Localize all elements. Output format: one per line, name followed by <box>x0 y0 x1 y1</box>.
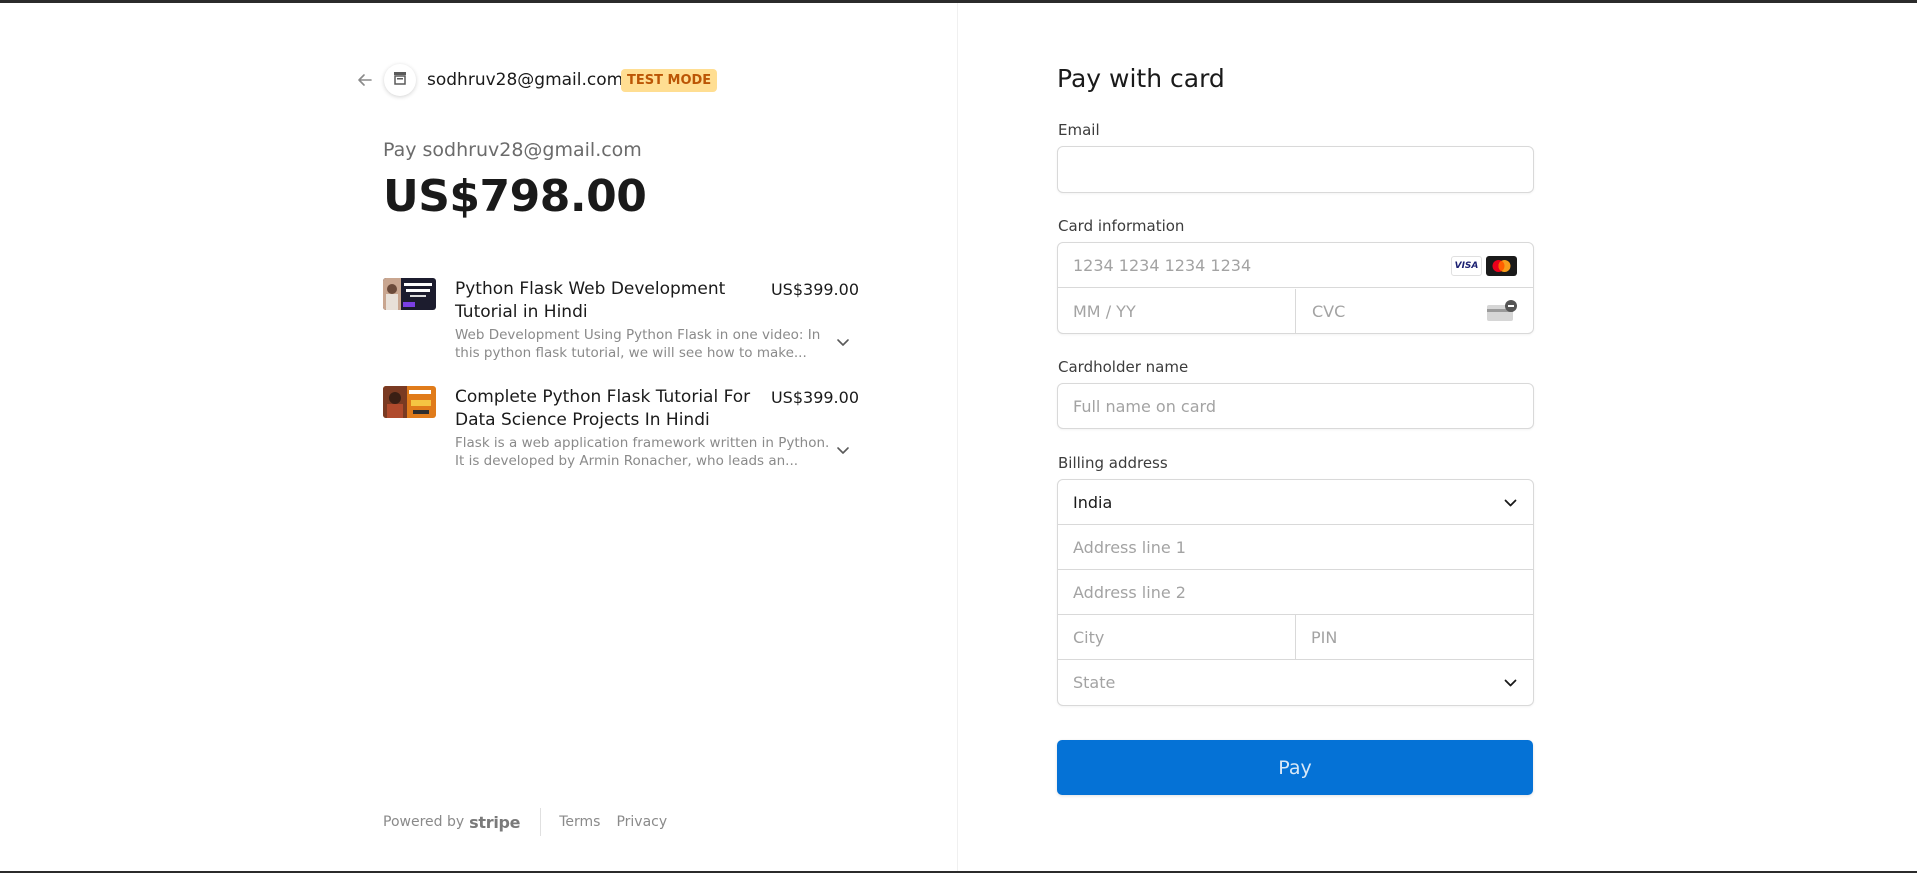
state-select[interactable]: State <box>1058 660 1533 705</box>
pin-cell <box>1296 615 1533 660</box>
product-thumbnail <box>383 278 436 310</box>
cvc-card-icon <box>1487 300 1517 326</box>
item-name: Complete Python Flask Tutorial For Data … <box>455 387 751 430</box>
country-value: India <box>1073 493 1113 512</box>
back-arrow-icon[interactable] <box>354 69 376 91</box>
powered-by-label: Powered by <box>383 814 465 830</box>
card-information-label: Card information <box>1058 217 1185 235</box>
test-mode-badge: TEST MODE <box>621 69 718 92</box>
item-price: US$399.00 <box>770 388 859 407</box>
email-label: Email <box>1058 121 1100 139</box>
merchant-avatar <box>384 64 416 96</box>
chevron-down-icon <box>1502 674 1519 691</box>
mastercard-icon <box>1486 256 1517 276</box>
item-name: Python Flask Web Development Tutorial in… <box>455 279 726 322</box>
cardholder-name-label: Cardholder name <box>1058 358 1189 376</box>
address-line1-cell <box>1058 525 1533 570</box>
country-select[interactable]: India <box>1058 480 1533 525</box>
city-cell <box>1058 615 1296 660</box>
chevron-down-icon[interactable] <box>835 442 851 458</box>
expiry-input[interactable] <box>1058 289 1295 334</box>
email-field-wrapper <box>1057 146 1534 193</box>
expiry-cell <box>1058 289 1296 334</box>
merchant-email: sodhruv28@gmail.com <box>427 70 624 90</box>
city-input[interactable] <box>1058 615 1295 659</box>
footer-divider <box>540 808 542 836</box>
item-description: Flask is a web application framework wri… <box>455 435 830 469</box>
pay-button[interactable]: Pay <box>1057 740 1533 795</box>
address-line2-cell <box>1058 570 1533 615</box>
billing-address-group: India State <box>1057 479 1534 706</box>
footer: Powered by stripe Terms Privacy <box>383 808 683 836</box>
email-field[interactable] <box>1058 147 1533 192</box>
line-item: Python Flask Web Development Tutorial in… <box>383 278 859 368</box>
pin-input[interactable] <box>1296 615 1533 659</box>
card-information-group: VISA <box>1057 242 1534 334</box>
chevron-down-icon <box>1502 494 1519 511</box>
cardholder-name-input[interactable] <box>1058 384 1533 428</box>
chevron-down-icon[interactable] <box>835 334 851 350</box>
product-thumbnail <box>383 386 436 418</box>
store-icon <box>392 70 408 90</box>
pay-to-label: Pay sodhruv28@gmail.com <box>383 139 642 161</box>
state-placeholder: State <box>1073 673 1116 692</box>
cvc-cell <box>1297 289 1533 334</box>
card-number-cell: VISA <box>1058 243 1533 288</box>
item-description: Web Development Using Python Flask in on… <box>455 327 821 361</box>
address-line2-input[interactable] <box>1058 570 1533 614</box>
stripe-logo[interactable]: stripe <box>469 813 520 832</box>
line-item: Complete Python Flask Tutorial For Data … <box>383 386 859 476</box>
visa-icon: VISA <box>1451 256 1482 276</box>
billing-address-label: Billing address <box>1058 454 1168 472</box>
privacy-link[interactable]: Privacy <box>616 814 667 830</box>
total-amount: US$798.00 <box>383 171 647 222</box>
form-title: Pay with card <box>1057 64 1225 93</box>
terms-link[interactable]: Terms <box>559 814 600 830</box>
item-price: US$399.00 <box>770 280 859 299</box>
cardholder-name-wrapper <box>1057 383 1534 429</box>
address-line1-input[interactable] <box>1058 525 1533 569</box>
